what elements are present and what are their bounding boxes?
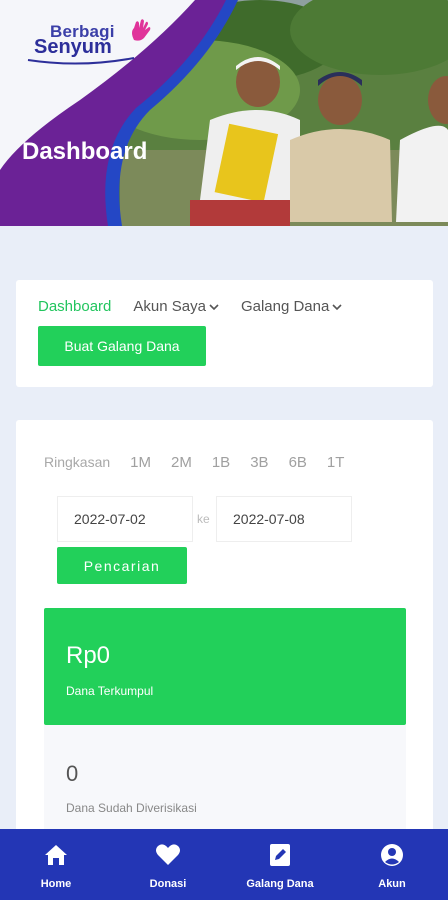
brand-logo[interactable]: Berbagi Senyum [26,18,156,68]
nav-label: Home [40,878,72,890]
page-title: Dashboard [22,138,148,165]
stat-label: Dana Sudah Diverisikasi [66,801,197,815]
nav-item-home[interactable]: Home [0,829,112,900]
menu-item-akun-saya[interactable]: Akun Saya [133,298,219,315]
stat-label: Dana Terkumpul [66,684,154,698]
search-button[interactable]: Pencarian [57,547,187,584]
account-icon [381,844,403,866]
menu-item-galang-dana[interactable]: Galang Dana [241,298,342,315]
chevron-down-icon [332,303,342,310]
heart-icon [156,844,180,865]
range-selector: Ringkasan 1M 2M 1B 3B 6B 1T [44,454,344,471]
hand-icon [132,19,151,41]
chevron-down-icon [209,303,219,310]
bottom-nav: Home Donasi Galang Dana Akun [0,829,448,900]
logo-swoosh-icon [27,57,135,65]
stat-funds-collected: Rp0 Dana Terkumpul [44,608,406,725]
nav-label: Donasi [149,878,187,890]
range-label: Ringkasan [44,454,111,470]
menu-nav: Dashboard Akun Saya Galang Dana [38,298,342,315]
edit-icon [270,844,290,866]
create-fundraiser-button[interactable]: Buat Galang Dana [38,326,206,366]
menu-item-label: Akun Saya [133,298,206,315]
nav-label: Galang Dana [246,878,314,890]
hero-banner: Berbagi Senyum Dashboard [0,0,448,226]
date-separator: ke [197,512,210,526]
menu-item-label: Galang Dana [240,298,330,315]
summary-card: Ringkasan 1M 2M 1B 3B 6B 1T 2022-07-02 k… [16,420,433,900]
nav-item-akun[interactable]: Akun [336,829,448,900]
range-option-1m[interactable]: 1M [130,454,151,471]
menu-item-label: Dashboard [38,298,112,315]
menu-item-dashboard[interactable]: Dashboard [38,298,111,315]
stat-amount: 0 [66,761,79,786]
menu-card: Dashboard Akun Saya Galang Dana Buat Gal… [16,280,433,387]
nav-item-donasi[interactable]: Donasi [112,829,224,900]
date-from-field[interactable]: 2022-07-02 [57,496,193,542]
stat-amount: Rp0 [66,642,111,669]
range-option-3b[interactable]: 3B [250,454,268,471]
home-icon [45,845,67,865]
range-option-1b[interactable]: 1B [212,454,230,471]
range-option-6b[interactable]: 6B [289,454,307,471]
date-to-field[interactable]: 2022-07-08 [216,496,352,542]
range-option-2m[interactable]: 2M [171,454,192,471]
nav-item-galang-dana[interactable]: Galang Dana [224,829,336,900]
nav-label: Akun [378,878,406,890]
range-option-1t[interactable]: 1T [327,454,345,471]
